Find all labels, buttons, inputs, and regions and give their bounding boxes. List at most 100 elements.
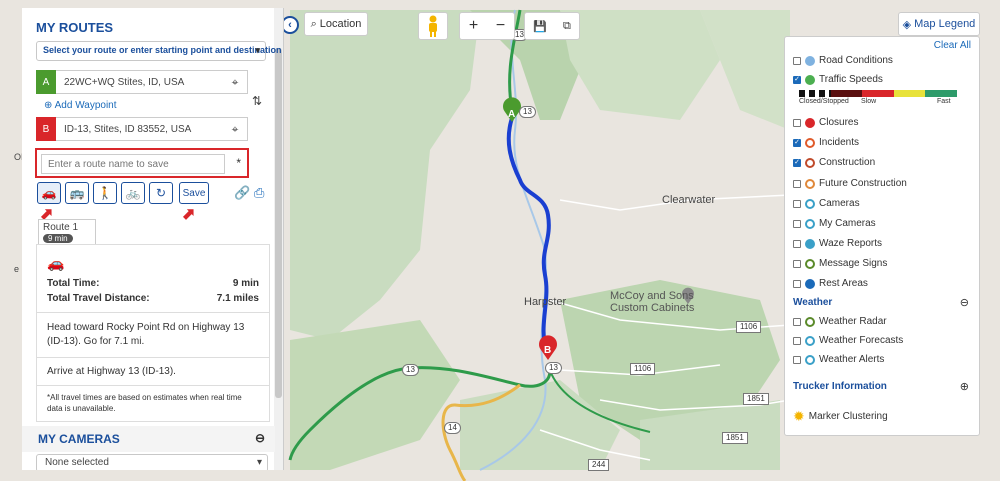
hwy-13-shield: 13 [519, 106, 536, 118]
zoom-in-button[interactable]: + [469, 17, 478, 35]
required-mark: * [236, 156, 241, 170]
checkbox[interactable] [793, 56, 801, 65]
route-select-text: Select your route or enter starting poin… [43, 45, 282, 55]
scale-slow-label: Slow [861, 98, 877, 105]
route-tab-time: 9 min [43, 234, 73, 243]
legend-road-conditions[interactable]: Road Conditions [793, 55, 893, 66]
legend-future-construction[interactable]: Future Construction [793, 178, 907, 189]
map-legend-label: Map Legend [914, 18, 976, 30]
total-distance-label: Total Travel Distance: [47, 293, 150, 304]
route-name-input[interactable] [41, 154, 225, 174]
legend-my-cameras[interactable]: My Cameras [793, 218, 876, 229]
legend-incidents[interactable]: ✓ Incidents [793, 137, 859, 148]
route-tab-label: Route 1 [43, 222, 79, 233]
legend-label: Marker Clustering [808, 411, 888, 422]
bike-icon: 🚲 [125, 186, 141, 200]
checkbox[interactable] [793, 199, 801, 208]
legend-label: Traffic Speeds [819, 74, 883, 85]
message-sign-icon [805, 258, 815, 269]
scrollbar[interactable] [274, 8, 283, 470]
camera-icon [805, 198, 815, 209]
waypoint-b-input[interactable]: ID-13, Stites, ID 83552, USA [56, 124, 223, 135]
search-icon: ⌕ [310, 17, 317, 30]
legend-rest-areas[interactable]: Rest Areas [793, 278, 868, 289]
car-mode-button[interactable]: 🚗 [37, 182, 61, 204]
location-button[interactable]: ⌕ Location [304, 12, 368, 36]
waypoint-a-input[interactable]: 22WC+WQ Stites, ID, USA [56, 77, 223, 88]
route-tab[interactable]: Route 1 9 min [38, 219, 96, 244]
checkbox[interactable] [793, 219, 801, 228]
checkbox[interactable]: ✓ [793, 138, 801, 147]
walk-icon: 🚶 [97, 186, 113, 200]
bus-mode-button[interactable]: 🚌 [65, 182, 89, 204]
legend-cameras[interactable]: Cameras [793, 198, 860, 209]
closures-icon [805, 117, 815, 128]
checkbox[interactable]: ✓ [793, 75, 801, 84]
checkbox[interactable] [793, 118, 801, 127]
legend-weather-forecasts[interactable]: Weather Forecasts [793, 335, 903, 346]
swap-icon[interactable]: ⇅ [252, 94, 262, 108]
waypoint-b-badge: B [36, 117, 56, 141]
legend-marker-clustering[interactable]: ✹ Marker Clustering [793, 408, 888, 425]
total-time-value: 9 min [232, 278, 259, 289]
my-cameras-title: MY CAMERAS [38, 432, 120, 446]
hwy-14-shield: 14 [444, 422, 461, 434]
rest-area-icon [805, 278, 815, 289]
legend-label: Weather Radar [819, 316, 887, 327]
arrow-icon: ⬈ [182, 206, 196, 223]
scrollbar-thumb[interactable] [275, 48, 282, 398]
zoom-out-button[interactable]: − [496, 17, 505, 35]
legend-label: Cameras [819, 198, 860, 209]
map-legend-button[interactable]: ◈ Map Legend [898, 12, 980, 36]
crosshair-icon[interactable]: ⌖ [223, 122, 247, 137]
total-time-label: Total Time: [47, 278, 100, 289]
link-icon[interactable]: 🔗 [234, 185, 250, 201]
routes-title: MY ROUTES [36, 20, 114, 35]
walk-mode-button[interactable]: 🚶 [93, 182, 117, 204]
checkbox[interactable] [793, 259, 801, 268]
my-cameras-header[interactable]: MY CAMERAS ⊖ [22, 426, 275, 452]
legend-weather-radar[interactable]: Weather Radar [793, 316, 887, 327]
hwy-13-shield: 13 [545, 362, 562, 374]
car-icon: 🚗 [47, 255, 65, 271]
checkbox[interactable] [793, 179, 801, 188]
save-button[interactable]: Save [179, 182, 209, 204]
legend-message-signs[interactable]: Message Signs [793, 258, 887, 269]
sun-icon: ✹ [793, 408, 805, 424]
checkbox[interactable]: ✓ [793, 158, 801, 167]
pegman-icon [429, 15, 437, 37]
collapse-icon[interactable]: ⊖ [255, 431, 265, 445]
save-map-icon[interactable]: 💾 [533, 20, 547, 33]
legend-traffic-speeds[interactable]: ✓ Traffic Speeds [793, 74, 883, 85]
legend-construction[interactable]: ✓ Construction [793, 157, 875, 168]
checkbox[interactable] [793, 239, 801, 248]
route-select[interactable]: Select your route or enter starting poin… [36, 41, 282, 61]
total-distance-value: 7.1 miles [216, 293, 259, 304]
bike-mode-button[interactable]: 🚲 [121, 182, 145, 204]
street-view-button[interactable] [418, 12, 448, 40]
marker-a-label: A [508, 109, 516, 120]
add-waypoint-link[interactable]: ⊕ Add Waypoint [44, 100, 117, 111]
checkbox[interactable] [793, 336, 801, 345]
crosshair-icon[interactable]: ⌖ [223, 75, 247, 90]
clear-all-link[interactable]: Clear All [934, 40, 971, 51]
travel-time-note: *All travel times are based on estimates… [47, 393, 242, 413]
checkbox[interactable] [793, 279, 801, 288]
legend-closures[interactable]: Closures [793, 117, 858, 128]
legend-waze-reports[interactable]: Waze Reports [793, 238, 882, 249]
layers-icon[interactable]: ⧉ [563, 20, 571, 33]
checkbox[interactable] [793, 317, 801, 326]
plus-circle-icon: ⊕ [44, 100, 53, 111]
print-icon[interactable]: ⎙ [254, 185, 264, 201]
reload-button[interactable]: ↻ [149, 182, 173, 204]
waze-icon [805, 238, 815, 249]
waypoint-b: B ID-13, Stites, ID 83552, USA ⌖ [36, 117, 248, 141]
collapse-weather-button[interactable]: ⊖ [960, 296, 969, 309]
cameras-select[interactable]: None selected [36, 454, 268, 470]
checkbox[interactable] [793, 355, 801, 364]
legend-section-trucker: Trucker Information [793, 381, 887, 392]
construction-icon [805, 157, 815, 168]
road-1106-label: 1106 [736, 321, 762, 333]
legend-weather-alerts[interactable]: Weather Alerts [793, 354, 884, 365]
expand-trucker-button[interactable]: ⊕ [960, 380, 969, 393]
